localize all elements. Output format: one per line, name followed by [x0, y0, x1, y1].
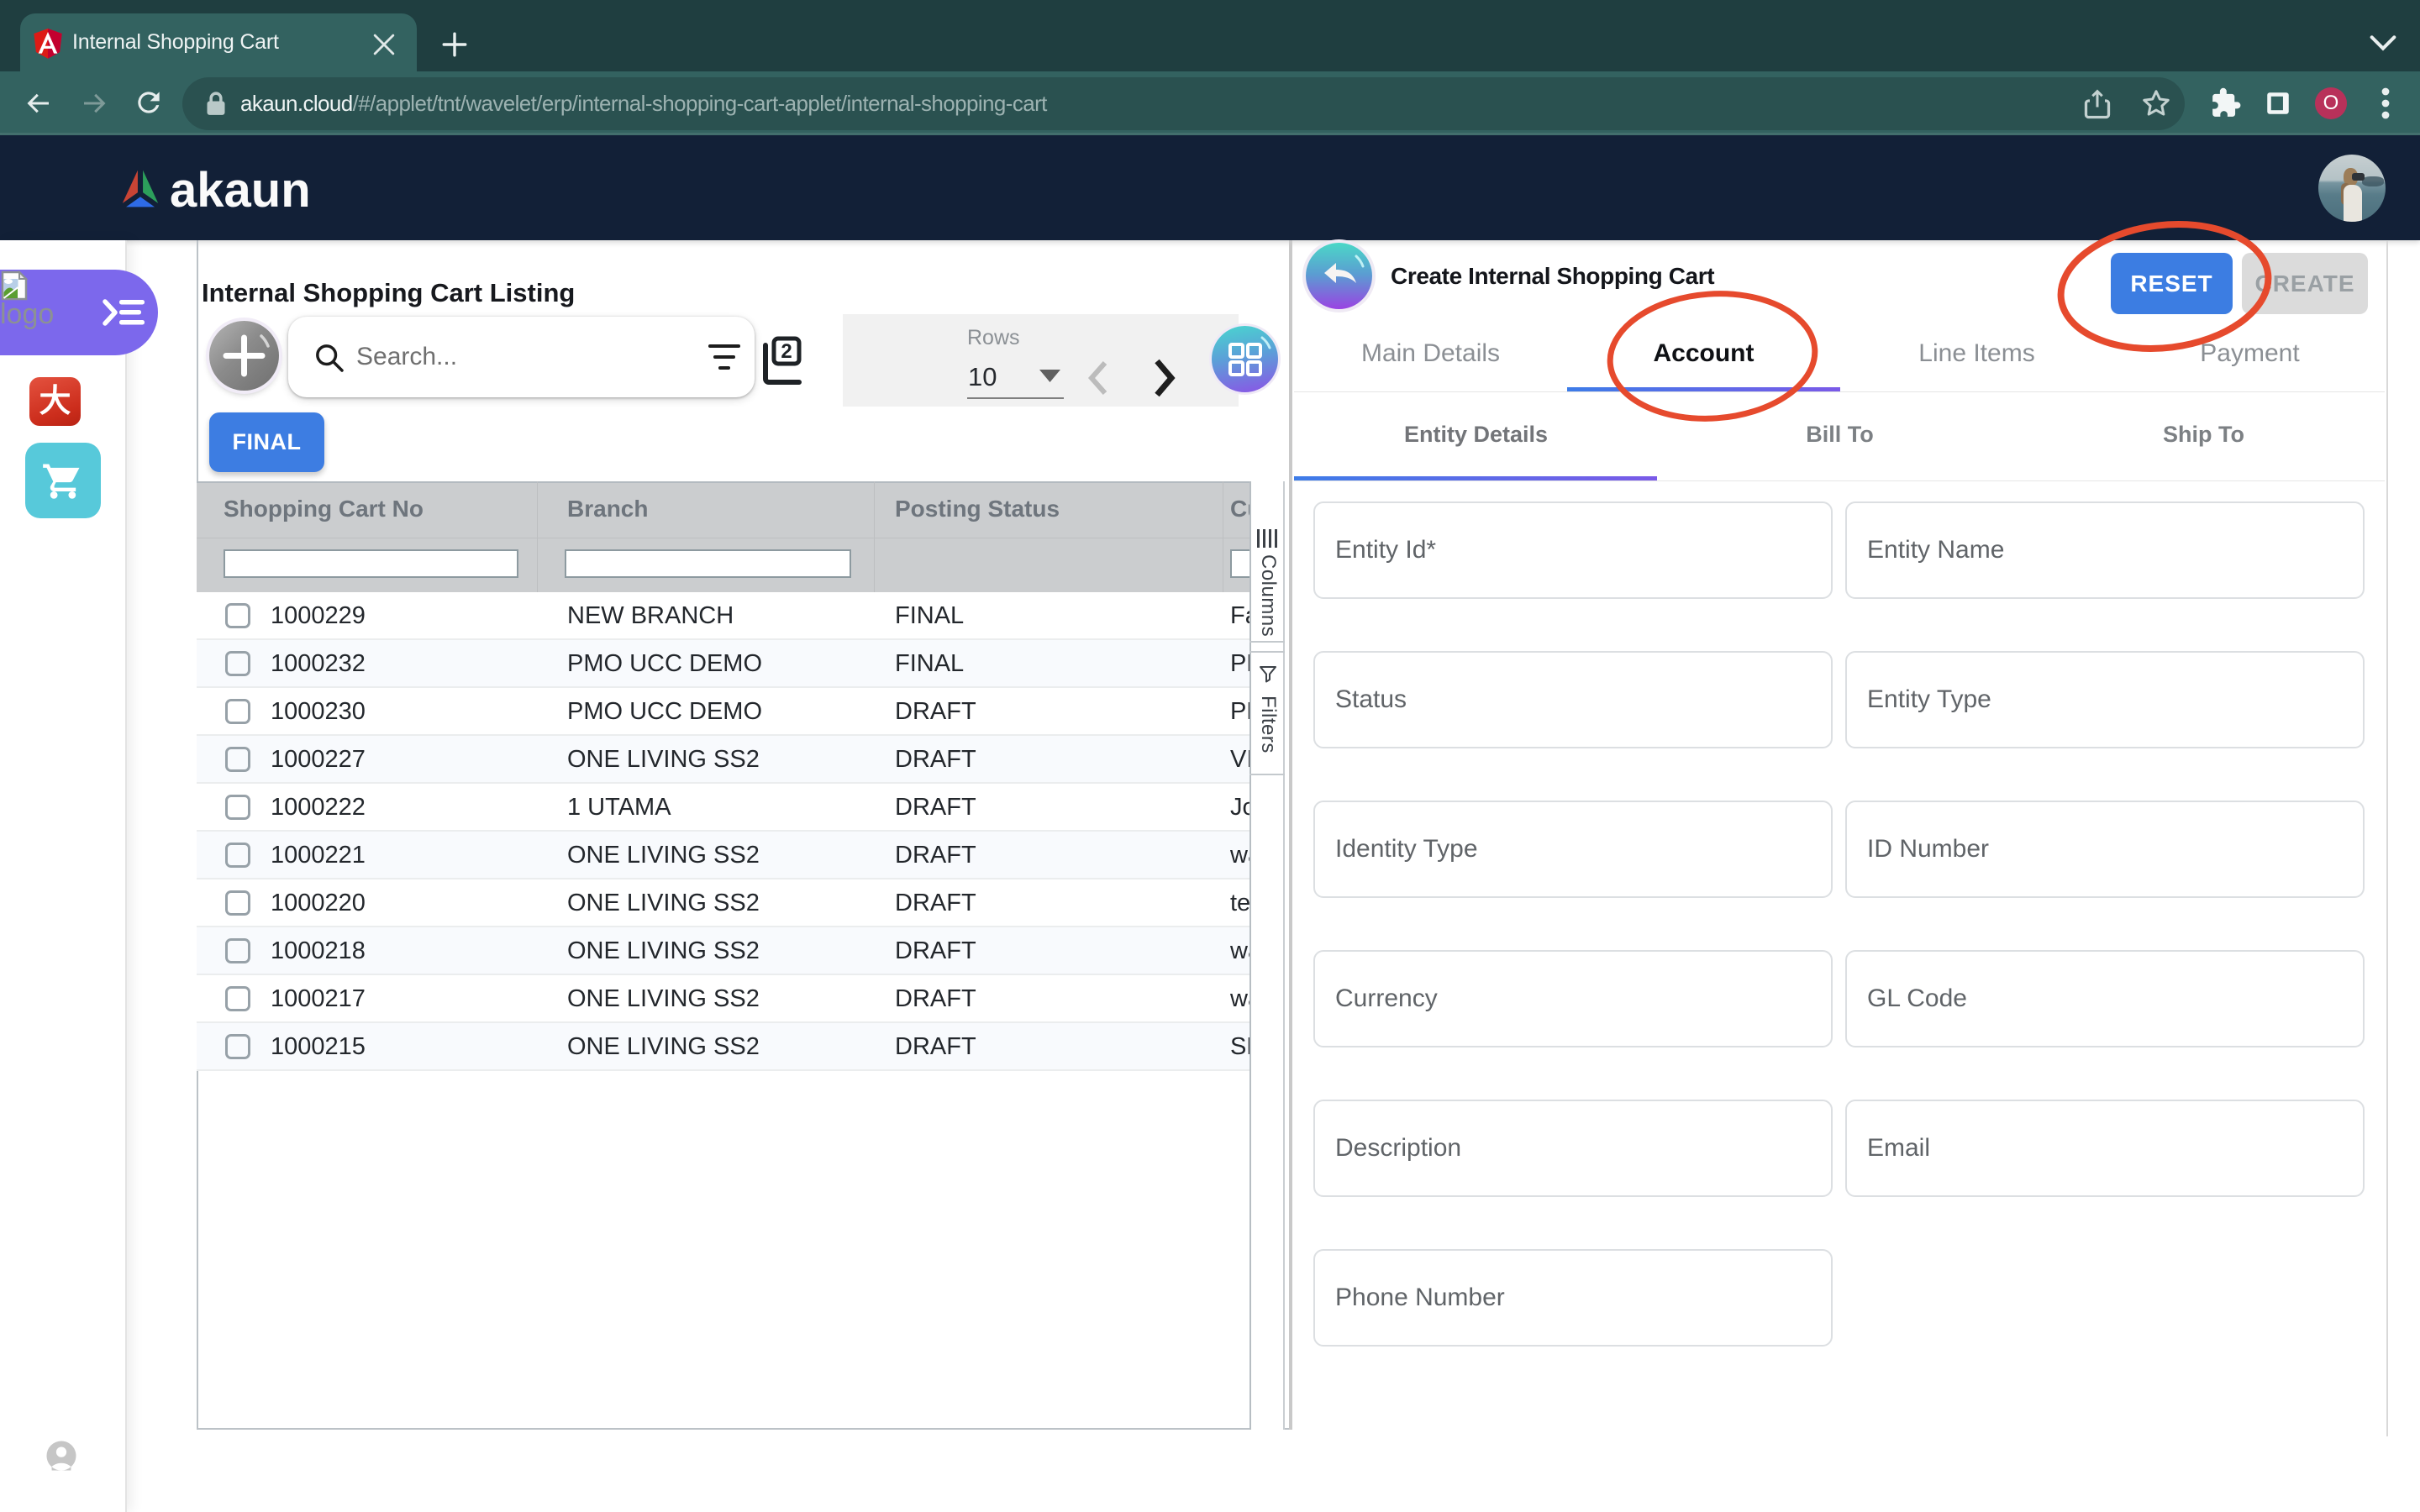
svg-text:2: 2 — [781, 340, 792, 363]
